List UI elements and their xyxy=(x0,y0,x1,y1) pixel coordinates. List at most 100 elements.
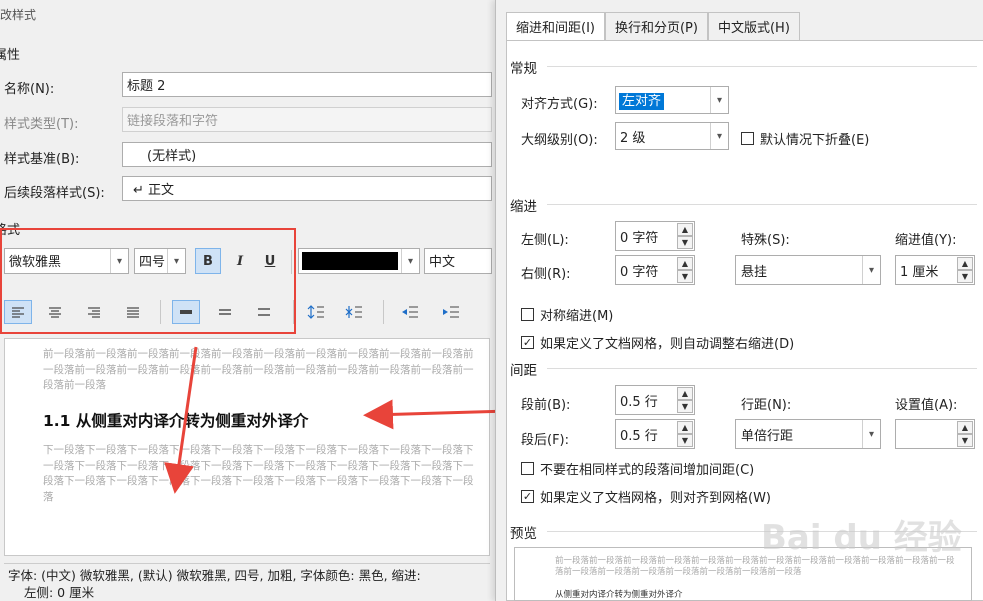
spacing-before-spinner[interactable]: 0.5 行 ▲ ▼ xyxy=(615,385,695,415)
spacing-before-value: 0.5 行 xyxy=(620,395,658,410)
indent-left-spinner[interactable]: 0 字符 ▲ ▼ xyxy=(615,221,695,251)
chevron-down-icon: ▾ xyxy=(710,123,728,149)
style-type-select: 链接段落和字符 xyxy=(122,107,492,132)
auto-adjust-indent-label: 如果定义了文档网格，则自动调整右缩进(D) xyxy=(540,337,795,352)
next-style-label: 后续段落样式(S): xyxy=(4,186,105,201)
based-on-select[interactable]: (无样式) xyxy=(122,142,492,167)
spin-up-icon[interactable]: ▲ xyxy=(677,387,693,400)
collapse-label: 默认情况下折叠(E) xyxy=(760,133,870,148)
tab-asian-typography[interactable]: 中文版式(H) xyxy=(707,12,800,40)
special-select[interactable]: 悬挂 ▾ xyxy=(735,255,881,285)
spin-up-icon[interactable]: ▲ xyxy=(677,257,693,270)
paragraph-preview-heading: 从侧重对内译介转为侧重对外译介 xyxy=(555,590,683,600)
tab-line-page-breaks[interactable]: 换行和分页(P) xyxy=(604,12,708,40)
line-spacing-label: 行距(N): xyxy=(741,398,792,413)
indent-right-spinner[interactable]: 0 字符 ▲ ▼ xyxy=(615,255,695,285)
spin-up-icon[interactable]: ▲ xyxy=(677,421,693,434)
checkbox-checked-icon: ✓ xyxy=(521,336,534,349)
checkbox-checked-icon: ✓ xyxy=(521,490,534,503)
spin-up-icon[interactable]: ▲ xyxy=(957,257,973,270)
indent-by-spinner[interactable]: 1 厘米 ▲ ▼ xyxy=(895,255,975,285)
alignment-label: 对齐方式(G): xyxy=(521,97,598,112)
outline-level-select[interactable]: 2 级 ▾ xyxy=(615,122,729,150)
indent-header: 缩进 xyxy=(510,199,537,215)
indent-by-label: 缩进值(Y): xyxy=(895,233,957,248)
paragraph-dialog: 缩进和间距(I) 换行和分页(P) 中文版式(H) 常规 对齐方式(G): 左对… xyxy=(495,0,983,601)
tab-indents-spacing[interactable]: 缩进和间距(I) xyxy=(506,12,605,41)
properties-header: 属性 xyxy=(0,48,21,63)
next-style-select[interactable]: ↵ 正文 xyxy=(122,176,492,201)
outline-level-label: 大纲级别(O): xyxy=(521,133,598,148)
checkbox-unchecked-icon xyxy=(741,132,754,145)
description-line-2: 左侧: 0 厘米 xyxy=(24,585,95,600)
description-line-1: 字体: (中文) 微软雅黑, (默认) 微软雅黑, 四号, 加粗, 字体颜色: … xyxy=(8,568,421,583)
special-value: 悬挂 xyxy=(741,265,768,280)
no-space-same-style-label: 不要在相同样式的段落间增加间距(C) xyxy=(540,463,755,478)
snap-to-grid-checkbox[interactable]: ✓ 如果定义了文档网格，则对齐到网格(W) xyxy=(521,487,771,506)
alignment-select[interactable]: 左对齐 ▾ xyxy=(615,86,729,114)
based-on-label: 样式基准(B): xyxy=(4,152,80,167)
spacing-header: 间距 xyxy=(510,363,537,379)
indent-left-value: 0 字符 xyxy=(620,231,659,246)
name-input[interactable]: 标题 2 xyxy=(122,72,492,97)
baidu-watermark: Bai du 经验 xyxy=(761,518,962,558)
general-header: 常规 xyxy=(510,61,537,77)
spin-down-icon[interactable]: ▼ xyxy=(677,270,693,283)
line-spacing-up-icon xyxy=(307,305,324,319)
based-on-value: (无样式) xyxy=(147,149,197,164)
chevron-down-icon: ▾ xyxy=(401,249,419,273)
preview-header: 预览 xyxy=(510,526,537,542)
spacing-after-spinner[interactable]: 0.5 行 ▲ ▼ xyxy=(615,419,695,449)
mirror-indents-checkbox[interactable]: 对称缩进(M) xyxy=(521,305,613,324)
color-swatch xyxy=(302,252,398,270)
next-style-value: ↵ 正文 xyxy=(133,183,175,198)
preview-heading: 1.1 从侧重对内译介转为侧重对外译介 xyxy=(43,412,309,430)
outdent-icon xyxy=(402,306,418,318)
no-space-same-style-checkbox[interactable]: 不要在相同样式的段落间增加间距(C) xyxy=(521,459,754,478)
toolbar-divider xyxy=(383,300,384,324)
indent-divider xyxy=(547,204,977,205)
indent-by-value: 1 厘米 xyxy=(900,265,939,280)
style-type-label: 样式类型(T): xyxy=(4,117,79,132)
snap-to-grid-label: 如果定义了文档网格，则对齐到网格(W) xyxy=(540,491,771,506)
font-color-select[interactable]: ▾ xyxy=(298,248,420,274)
spin-up-icon[interactable]: ▲ xyxy=(677,223,693,236)
increase-space-button[interactable] xyxy=(302,300,330,324)
chevron-down-icon: ▾ xyxy=(862,256,880,284)
line-spacing-select[interactable]: 单倍行距 ▾ xyxy=(735,419,881,449)
decrease-space-button[interactable] xyxy=(340,300,368,324)
spin-down-icon[interactable]: ▼ xyxy=(677,236,693,249)
spin-down-icon[interactable]: ▼ xyxy=(957,270,973,283)
style-preview: 前一段落前一段落前一段落前一段落前一段落前一段落前一段落前一段落前一段落前一段落… xyxy=(4,338,490,556)
script-select[interactable]: 中文 xyxy=(424,248,492,274)
dialog-title: 修改样式 xyxy=(0,8,37,22)
indent-left-label: 左侧(L): xyxy=(521,233,569,248)
collapse-checkbox[interactable]: 默认情况下折叠(E) xyxy=(741,129,869,148)
checkbox-unchecked-icon xyxy=(521,308,534,321)
at-label: 设置值(A): xyxy=(895,398,958,413)
line-spacing-down-icon xyxy=(345,306,362,318)
auto-adjust-indent-checkbox[interactable]: ✓ 如果定义了文档网格，则自动调整右缩进(D) xyxy=(521,333,794,352)
style-description: 字体: (中文) 微软雅黑, (默认) 微软雅黑, 四号, 加粗, 字体颜色: … xyxy=(4,563,490,601)
line-spacing-value: 单倍行距 xyxy=(741,429,794,444)
indent-right-value: 0 字符 xyxy=(620,265,659,280)
spin-down-icon[interactable]: ▼ xyxy=(677,434,693,447)
alignment-value: 左对齐 xyxy=(619,93,665,110)
spin-down-icon[interactable]: ▼ xyxy=(957,434,973,447)
at-spinner[interactable]: ▲ ▼ xyxy=(895,419,975,449)
spin-down-icon[interactable]: ▼ xyxy=(677,400,693,413)
chevron-down-icon: ▾ xyxy=(862,420,880,448)
spin-up-icon[interactable]: ▲ xyxy=(957,421,973,434)
checkbox-unchecked-icon xyxy=(521,462,534,475)
name-label: 名称(N): xyxy=(4,82,55,97)
preview-previous-paragraph: 前一段落前一段落前一段落前一段落前一段落前一段落前一段落前一段落前一段落前一段落… xyxy=(43,348,474,391)
increase-indent-button[interactable] xyxy=(437,300,465,324)
chevron-down-icon: ▾ xyxy=(710,87,728,113)
preview-next-paragraph: 下一段落下一段落下一段落下一段落下一段落下一段落下一段落下一段落下一段落下一段落… xyxy=(43,444,474,503)
spacing-after-value: 0.5 行 xyxy=(620,429,658,444)
spacing-divider xyxy=(547,368,977,369)
spacing-after-label: 段后(F): xyxy=(521,433,570,448)
general-divider xyxy=(547,66,977,67)
spacing-before-label: 段前(B): xyxy=(521,398,571,413)
decrease-indent-button[interactable] xyxy=(396,300,424,324)
